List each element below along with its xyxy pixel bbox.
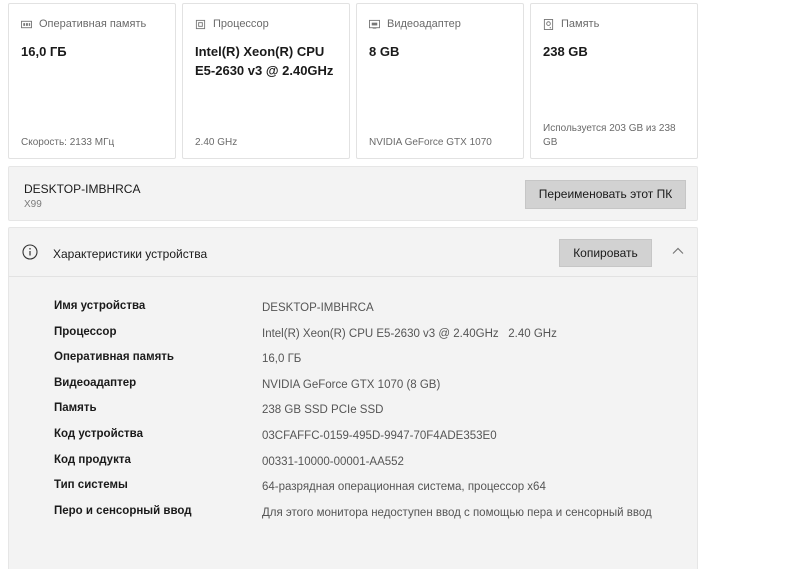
card-processor-footer: 2.40 GHz bbox=[195, 137, 238, 148]
card-storage-title: Память bbox=[561, 18, 600, 30]
spec-value: DESKTOP-IMBHRCA bbox=[262, 302, 374, 314]
spec-label: Код продукта bbox=[54, 454, 131, 466]
spec-label: Видеоадаптер bbox=[54, 377, 137, 389]
spec-value: 64-разрядная операционная система, проце… bbox=[262, 481, 546, 493]
card-gpu: Видеоадаптер 8 GB NVIDIA GeForce GTX 107… bbox=[356, 3, 524, 159]
spec-value: NVIDIA GeForce GTX 1070 (8 GB) bbox=[262, 379, 441, 391]
rename-pc-button[interactable]: Переименовать этот ПК bbox=[525, 180, 686, 209]
spec-label: Память bbox=[54, 402, 97, 414]
pc-name: DESKTOP-IMBHRCA bbox=[24, 182, 141, 196]
device-specs-title: Характеристики устройства bbox=[53, 247, 208, 261]
card-gpu-header: Видеоадаптер bbox=[369, 18, 461, 30]
spec-value: 03CFAFFC-0159-495D-9947-70F4ADE353E0 bbox=[262, 430, 497, 442]
spec-value: 238 GB SSD PCIe SSD bbox=[262, 404, 384, 416]
card-ram-title: Оперативная память bbox=[39, 18, 147, 30]
card-storage-value: 238 GB bbox=[543, 44, 588, 59]
summary-cards: Оперативная память 16,0 ГБ Скорость: 213… bbox=[8, 3, 698, 159]
spec-row-system-type: Тип системы 64-разрядная операционная си… bbox=[54, 479, 694, 499]
spec-row-pen-touch: Перо и сенсорный ввод Для этого монитора… bbox=[54, 505, 694, 541]
spec-row-device-name: Имя устройства DESKTOP-IMBHRCA bbox=[54, 300, 694, 320]
card-gpu-value: 8 GB bbox=[369, 44, 400, 59]
spec-row-device-id: Код устройства 03CFAFFC-0159-495D-9947-7… bbox=[54, 428, 694, 448]
spec-row-storage: Память 238 GB SSD PCIe SSD bbox=[54, 402, 694, 422]
spec-row-gpu: Видеоадаптер NVIDIA GeForce GTX 1070 (8 … bbox=[54, 377, 694, 397]
spec-label: Тип системы bbox=[54, 479, 128, 491]
card-processor-value: Intel(R) Xeon(R) CPU E5-2630 v3 @ 2.40GH… bbox=[195, 44, 334, 78]
spec-value: 00331-10000-00001-AA552 bbox=[262, 456, 404, 468]
storage-icon bbox=[543, 18, 554, 30]
device-specs-panel: Характеристики устройства Копировать Имя… bbox=[8, 227, 698, 569]
card-processor-header: Процессор bbox=[195, 18, 269, 30]
spec-label: Код устройства bbox=[54, 428, 143, 440]
spec-label: Оперативная память bbox=[54, 351, 174, 363]
card-storage: Память 238 GB Используется 203 GB из 238… bbox=[530, 3, 698, 159]
spec-value: Intel(R) Xeon(R) CPU E5-2630 v3 @ 2.40GH… bbox=[262, 328, 557, 340]
info-icon bbox=[22, 244, 38, 260]
card-ram-value: 16,0 ГБ bbox=[21, 44, 67, 59]
spec-row-processor: Процессор Intel(R) Xeon(R) CPU E5-2630 v… bbox=[54, 326, 694, 346]
copy-button[interactable]: Копировать bbox=[559, 239, 652, 267]
card-storage-header: Память bbox=[543, 18, 599, 30]
card-ram-footer: Скорость: 2133 МГц bbox=[21, 137, 115, 148]
pc-model: X99 bbox=[24, 199, 42, 210]
gpu-icon bbox=[369, 19, 380, 29]
ram-icon bbox=[21, 20, 32, 28]
card-processor-title: Процессор bbox=[213, 18, 269, 30]
processor-icon bbox=[195, 19, 206, 29]
spec-value: 16,0 ГБ bbox=[262, 353, 302, 365]
spec-row-product-id: Код продукта 00331-10000-00001-AA552 bbox=[54, 454, 694, 474]
card-gpu-footer: NVIDIA GeForce GTX 1070 bbox=[369, 137, 492, 148]
card-ram: Оперативная память 16,0 ГБ Скорость: 213… bbox=[8, 3, 176, 159]
spec-label: Перо и сенсорный ввод bbox=[54, 505, 192, 517]
card-gpu-title: Видеоадаптер bbox=[387, 18, 461, 30]
spec-label: Имя устройства bbox=[54, 300, 146, 312]
chevron-up-icon[interactable] bbox=[671, 246, 685, 256]
spec-row-ram: Оперативная память 16,0 ГБ bbox=[54, 351, 694, 371]
card-storage-footer: Используется 203 GB из 238 GB bbox=[543, 123, 676, 148]
spec-value: Для этого монитора недоступен ввод с пом… bbox=[262, 507, 652, 519]
card-ram-header: Оперативная память bbox=[21, 18, 146, 30]
pc-name-row: DESKTOP-IMBHRCA X99 Переименовать этот П… bbox=[8, 166, 698, 221]
spec-label: Процессор bbox=[54, 326, 117, 338]
device-specs-header[interactable]: Характеристики устройства Копировать bbox=[9, 228, 697, 277]
card-processor: Процессор Intel(R) Xeon(R) CPU E5-2630 v… bbox=[182, 3, 350, 159]
